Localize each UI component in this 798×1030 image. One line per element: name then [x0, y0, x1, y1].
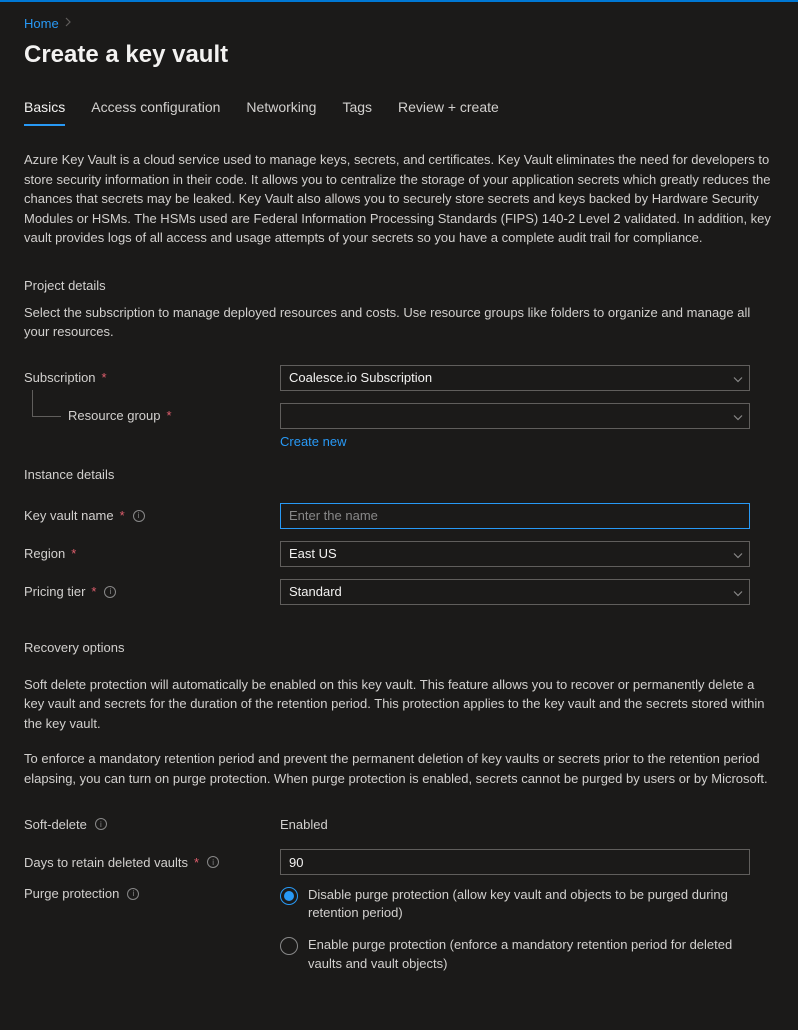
- chevron-right-icon: [65, 17, 71, 30]
- info-icon[interactable]: i: [104, 586, 116, 598]
- recovery-desc-1: Soft delete protection will automaticall…: [24, 675, 774, 734]
- select-resource-group[interactable]: [280, 403, 750, 429]
- info-icon[interactable]: i: [95, 818, 107, 830]
- tab-networking[interactable]: Networking: [246, 99, 316, 125]
- select-region[interactable]: East US: [280, 541, 750, 567]
- label-region: Region *: [24, 546, 280, 561]
- section-desc-project-details: Select the subscription to manage deploy…: [24, 303, 774, 342]
- info-icon[interactable]: i: [207, 856, 219, 868]
- chevron-down-icon: [733, 370, 743, 385]
- link-create-new-resource-group[interactable]: Create new: [280, 434, 346, 449]
- page-title: Create a key vault: [24, 37, 774, 99]
- tab-bar: Basics Access configuration Networking T…: [24, 99, 774, 126]
- label-days-to-retain: Days to retain deleted vaults * i: [24, 855, 280, 870]
- select-value: Coalesce.io Subscription: [289, 370, 432, 385]
- label-key-vault-name: Key vault name * i: [24, 508, 280, 523]
- tab-basics[interactable]: Basics: [24, 99, 65, 125]
- select-value: Standard: [289, 584, 342, 599]
- input-days-to-retain[interactable]: [280, 849, 750, 875]
- required-asterisk: *: [71, 546, 76, 561]
- label-resource-group: Resource group *: [68, 408, 280, 423]
- label-text: Resource group: [68, 408, 161, 423]
- section-title-instance-details: Instance details: [24, 467, 774, 482]
- recovery-desc-2: To enforce a mandatory retention period …: [24, 749, 774, 788]
- label-pricing-tier: Pricing tier * i: [24, 584, 280, 599]
- section-title-project-details: Project details: [24, 278, 774, 293]
- label-text: Pricing tier: [24, 584, 85, 599]
- radio-disable-purge-protection[interactable]: [280, 887, 298, 905]
- radio-label-enable-purge[interactable]: Enable purge protection (enforce a manda…: [308, 936, 750, 972]
- tab-review-create[interactable]: Review + create: [398, 99, 499, 125]
- label-text: Region: [24, 546, 65, 561]
- section-title-recovery-options: Recovery options: [24, 640, 774, 655]
- intro-description: Azure Key Vault is a cloud service used …: [24, 150, 774, 248]
- breadcrumb-home[interactable]: Home: [24, 16, 59, 31]
- required-asterisk: *: [102, 370, 107, 385]
- chevron-down-icon: [733, 584, 743, 599]
- radio-dot-icon: [284, 891, 294, 901]
- chevron-down-icon: [733, 408, 743, 423]
- label-text: Purge protection: [24, 886, 119, 901]
- input-key-vault-name[interactable]: [280, 503, 750, 529]
- tab-tags[interactable]: Tags: [342, 99, 372, 125]
- required-asterisk: *: [91, 584, 96, 599]
- soft-delete-value: Enabled: [280, 817, 328, 832]
- select-pricing-tier[interactable]: Standard: [280, 579, 750, 605]
- radio-label-disable-purge[interactable]: Disable purge protection (allow key vaul…: [308, 886, 750, 922]
- select-value: East US: [289, 546, 337, 561]
- label-soft-delete: Soft-delete i: [24, 817, 280, 832]
- label-subscription: Subscription *: [24, 370, 280, 385]
- chevron-down-icon: [733, 546, 743, 561]
- label-text: Subscription: [24, 370, 96, 385]
- label-purge-protection: Purge protection i: [24, 886, 280, 901]
- select-subscription[interactable]: Coalesce.io Subscription: [280, 365, 750, 391]
- required-asterisk: *: [120, 508, 125, 523]
- required-asterisk: *: [194, 855, 199, 870]
- label-text: Key vault name: [24, 508, 114, 523]
- label-text: Soft-delete: [24, 817, 87, 832]
- radio-enable-purge-protection[interactable]: [280, 937, 298, 955]
- info-icon[interactable]: i: [133, 510, 145, 522]
- required-asterisk: *: [167, 408, 172, 423]
- tab-access-configuration[interactable]: Access configuration: [91, 99, 220, 125]
- breadcrumb: Home: [24, 2, 774, 37]
- info-icon[interactable]: i: [127, 888, 139, 900]
- label-text: Days to retain deleted vaults: [24, 855, 188, 870]
